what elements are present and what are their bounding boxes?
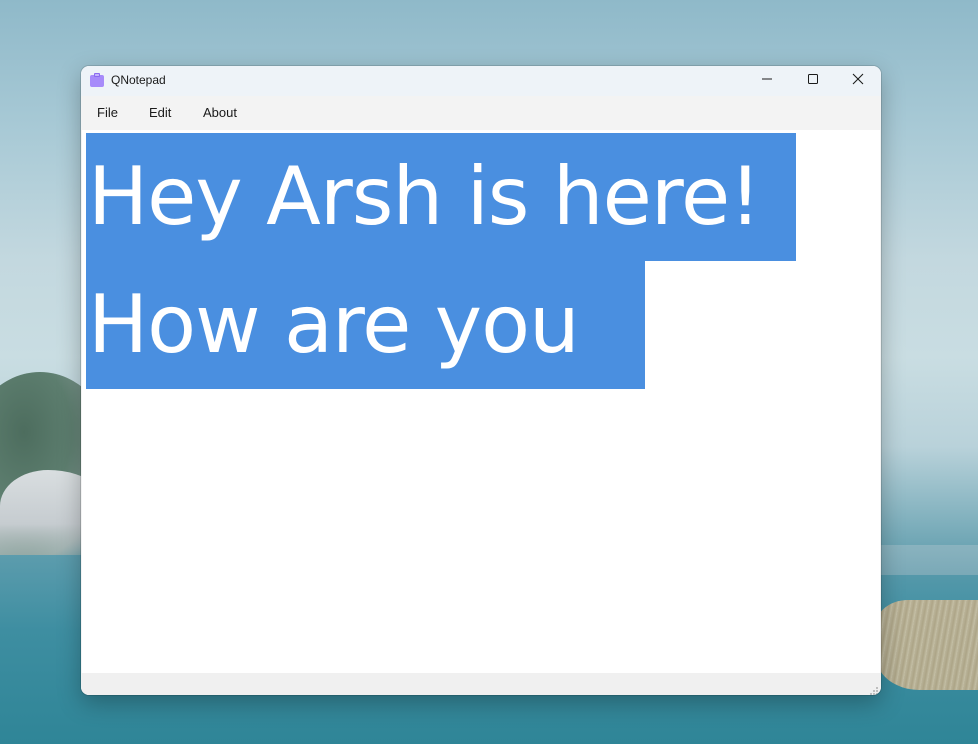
menu-about[interactable]: About bbox=[203, 105, 237, 120]
window-title: QNotepad bbox=[111, 73, 166, 87]
close-icon bbox=[852, 72, 864, 90]
maximize-icon bbox=[807, 72, 819, 90]
menu-file[interactable]: File bbox=[97, 105, 118, 120]
editor-line-2: How are you bbox=[88, 278, 604, 371]
desktop-background: QNotepad File Edit About Hey Arsh is her… bbox=[0, 0, 978, 744]
text-editor[interactable]: Hey Arsh is here! How are you bbox=[82, 130, 880, 673]
wallpaper-distant-hills bbox=[880, 545, 978, 575]
menu-bar: File Edit About bbox=[81, 96, 881, 130]
clipboard-icon bbox=[89, 72, 105, 88]
editor-line-1: Hey Arsh is here! bbox=[88, 150, 761, 243]
menu-edit[interactable]: Edit bbox=[149, 105, 171, 120]
app-window: QNotepad File Edit About Hey Arsh is her… bbox=[81, 66, 881, 695]
maximize-button[interactable] bbox=[790, 66, 836, 96]
wallpaper-grass bbox=[875, 600, 978, 690]
selected-text-line[interactable]: Hey Arsh is here! bbox=[86, 133, 796, 261]
minimize-button[interactable] bbox=[744, 66, 790, 96]
resize-grip-icon[interactable] bbox=[869, 683, 879, 695]
minimize-icon bbox=[761, 72, 773, 90]
close-button[interactable] bbox=[835, 66, 881, 96]
selected-text-line[interactable]: How are you bbox=[86, 261, 645, 389]
status-bar bbox=[81, 673, 881, 695]
title-bar[interactable]: QNotepad bbox=[81, 66, 881, 96]
